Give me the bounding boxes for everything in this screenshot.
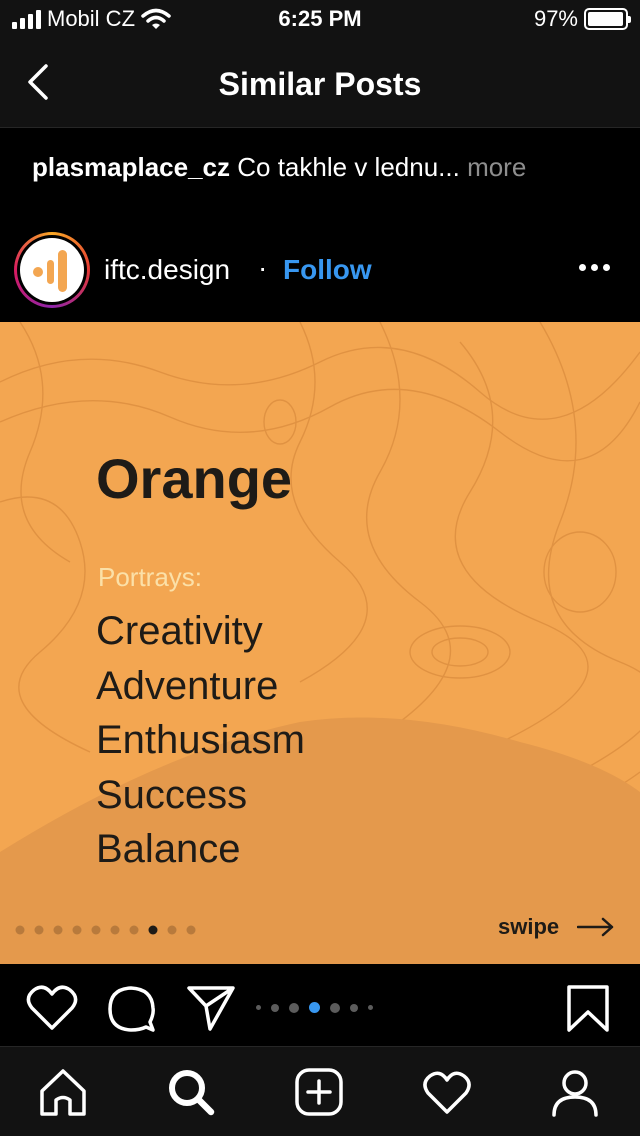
post-list-item: Creativity [96,609,263,653]
status-bar: Mobil CZ 6:25 PM 97% [0,0,640,40]
follow-button[interactable]: Follow [283,254,372,286]
caption-username[interactable]: plasmaplace_cz [32,152,230,182]
iftc-logo-icon [33,250,67,292]
battery-percent: 97% [533,6,578,31]
heart-icon[interactable] [26,984,78,1032]
image-page-dot [53,925,63,935]
more-options-icon[interactable] [579,264,610,271]
navigation-bar: Similar Posts [0,40,640,128]
add-post-icon[interactable] [294,1067,344,1117]
image-page-dot [129,925,139,935]
post-header: iftc.design · Follow [0,228,640,318]
carousel-dot [368,1005,373,1010]
comment-icon[interactable] [106,984,156,1034]
post-list-item: Adventure [96,663,279,708]
post-list-item: Enthusiasm [96,718,305,762]
post-caption: plasmaplace_cz Co takhle v lednu... more [32,152,622,183]
image-page-dot [110,925,120,935]
bookmark-icon[interactable] [566,984,610,1034]
share-icon[interactable] [186,984,236,1032]
battery-icon [584,8,631,30]
carousel-dot [309,1002,320,1013]
image-page-dot [72,925,82,935]
home-icon[interactable] [38,1067,88,1117]
arrow-right-icon [577,917,614,937]
image-page-dot [186,925,196,935]
post-list-item: Balance [96,827,241,871]
image-page-dot [91,925,101,935]
separator-dot: · [258,252,268,283]
post-subheading: Portrays: [98,562,203,592]
post-username[interactable]: iftc.design [104,254,230,286]
swipe-label: swipe [498,914,560,939]
post-heading: Orange [96,447,293,510]
carousel-dot [350,1003,358,1012]
profile-icon[interactable] [550,1067,600,1117]
avatar[interactable] [14,232,90,308]
carousel-dot [330,1002,340,1013]
image-page-dot [148,925,158,935]
post-list: Creativity Adventure Enthusiasm Success … [96,604,305,877]
carousel-dot [289,1002,299,1013]
tab-bar [0,1046,640,1136]
image-page-dot [167,925,177,935]
caption-text: Co takhle v lednu... [237,152,460,182]
status-right: 97% [533,6,631,32]
post-image[interactable]: Orange Portrays: Creativity Adventure En… [0,322,640,964]
page-title: Similar Posts [218,66,422,102]
search-icon[interactable] [166,1067,216,1117]
battery-fill [588,12,623,26]
image-page-dots [15,925,196,935]
carousel-dot [271,1003,279,1012]
post-list-item: Success [96,772,248,817]
carousel-indicator [256,1002,373,1013]
carousel-dot [256,1005,261,1010]
post-actions [0,964,640,1046]
activity-icon[interactable] [422,1067,472,1117]
caption-more-link[interactable]: more [467,152,526,182]
swipe-hint: swipe [498,914,615,940]
image-page-dot [15,925,25,935]
image-page-dot [34,925,44,935]
